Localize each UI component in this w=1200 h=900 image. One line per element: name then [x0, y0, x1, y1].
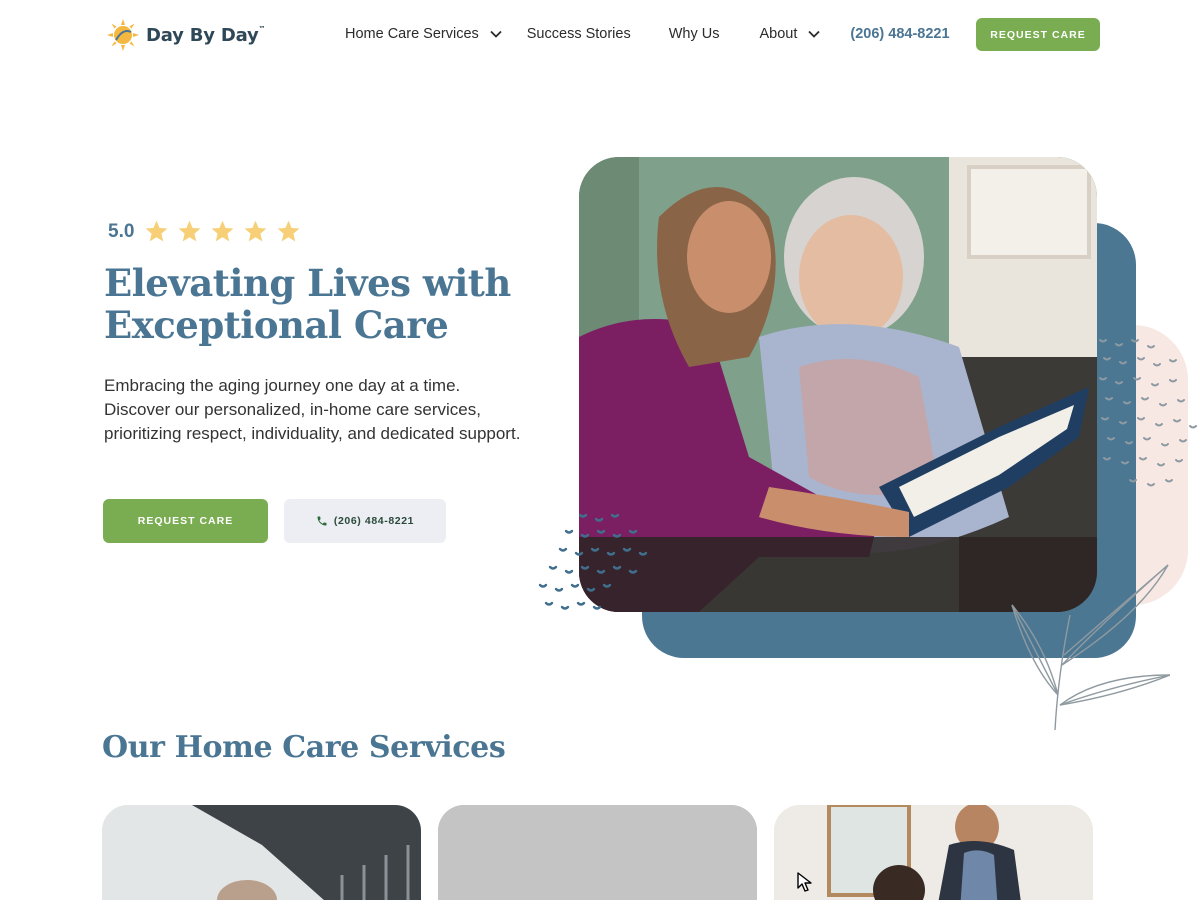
logo[interactable]: Day By Day™: [106, 18, 266, 52]
star-icon: [277, 220, 300, 242]
nav-item-label: About: [759, 26, 798, 42]
nav-item-success-stories[interactable]: Success Stories: [527, 26, 631, 42]
hero-image-composition: [530, 95, 1200, 745]
decorative-leaf-illustration: [1011, 564, 1170, 731]
mouse-cursor-icon: [797, 872, 812, 892]
nav-item-label: Home Care Services: [345, 26, 479, 42]
star-icon: [145, 220, 168, 242]
decorative-dots-left: [538, 513, 648, 610]
chevron-down-icon: [490, 30, 502, 38]
main-nav: Home Care Services Success Stories Why U…: [345, 26, 950, 42]
chevron-down-icon: [808, 30, 821, 38]
sun-logo-icon: [107, 19, 139, 51]
service-card[interactable]: [438, 805, 757, 900]
brand-trademark: ™: [258, 24, 266, 33]
hero-title: Elevating Lives with Exceptional Care: [104, 262, 544, 346]
rating: 5.0: [108, 219, 301, 244]
site-header: Day By Day™ Home Care Services Success S…: [0, 0, 1200, 72]
nav-item-home-care-services[interactable]: Home Care Services: [345, 26, 503, 42]
service-card-image: [774, 805, 1093, 900]
star-icon: [211, 220, 234, 242]
star-icon: [178, 220, 201, 242]
phone-icon: [317, 516, 327, 526]
rating-stars: [144, 219, 301, 244]
service-card-image-placeholder: [438, 805, 757, 900]
nav-item-label: Success Stories: [526, 26, 631, 42]
nav-item-label: Why Us: [668, 26, 720, 42]
services-section-title: Our Home Care Services: [102, 730, 506, 765]
nav-item-about[interactable]: About: [759, 26, 821, 42]
hero-request-care-button[interactable]: REQUEST CARE: [103, 499, 268, 543]
hero-phone-button[interactable]: (206) 484-8221: [284, 499, 446, 543]
service-card-image: [102, 805, 421, 900]
decorative-dots-right: [1099, 339, 1197, 487]
nav-item-why-us[interactable]: Why Us: [669, 26, 720, 42]
header-request-care-button[interactable]: REQUEST CARE: [976, 18, 1100, 51]
header-phone-link[interactable]: (206) 484-8221: [850, 26, 949, 42]
hero-title-line-1: Elevating Lives with: [104, 261, 511, 305]
service-card[interactable]: [774, 805, 1093, 900]
star-icon: [244, 220, 267, 242]
hero-description: Embracing the aging journey one day at a…: [104, 376, 521, 443]
hero-title-line-2: Exceptional Care: [104, 303, 449, 347]
service-card[interactable]: [102, 805, 421, 900]
rating-value: 5.0: [108, 220, 135, 242]
brand-name: Day By Day: [146, 24, 259, 46]
hero-phone-button-label: (206) 484-8221: [333, 515, 415, 527]
